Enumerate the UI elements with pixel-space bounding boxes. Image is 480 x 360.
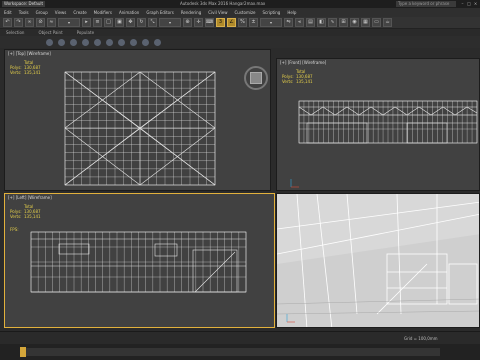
grid-size-readout: Grid = 100,0mm: [404, 336, 438, 341]
rotate-icon[interactable]: ↻: [137, 18, 146, 27]
top-wireframe-drawing: [64, 71, 216, 186]
menu-create[interactable]: Create: [73, 10, 86, 15]
time-slider-bar: [0, 344, 480, 360]
menu-scripting[interactable]: Scripting: [263, 10, 281, 15]
time-slider-handle[interactable]: [20, 347, 26, 357]
selection-filter-dropdown[interactable]: ▾: [58, 18, 80, 27]
menu-edit[interactable]: Edit: [4, 10, 12, 15]
ribbon-tabs: Selection Object Paint Populate: [0, 29, 480, 36]
viewport-perspective[interactable]: [276, 193, 480, 328]
time-track[interactable]: [20, 348, 440, 356]
create-lights-icon[interactable]: [70, 38, 77, 46]
title-bar: Workspace: Default Autodesk 3ds Max 2016…: [0, 0, 480, 8]
maximize-icon[interactable]: □: [467, 1, 472, 6]
workspace-selector[interactable]: Workspace: Default: [2, 1, 46, 7]
snaps-toggle-icon[interactable]: 3: [216, 18, 225, 27]
front-wireframe-drawing: [290, 100, 478, 188]
angle-snap-icon[interactable]: ∠: [227, 18, 236, 27]
viewcube[interactable]: [241, 63, 271, 93]
keyboard-shortcut-icon[interactable]: ⌨: [205, 18, 214, 27]
create-cameras-icon[interactable]: [82, 38, 89, 46]
redo-icon[interactable]: ↷: [14, 18, 23, 27]
secondary-toolbar: [0, 36, 480, 48]
menu-rendering[interactable]: Rendering: [181, 10, 201, 15]
menu-bar: Edit Tools Group Views Create Modifiers …: [0, 8, 480, 17]
manipulate-icon[interactable]: ✛: [194, 18, 203, 27]
bind-space-warp-icon[interactable]: ≈: [47, 18, 56, 27]
status-bar: Grid = 100,0mm: [0, 331, 480, 344]
menu-help[interactable]: Help: [287, 10, 296, 15]
window-controls: – □ ×: [460, 1, 478, 7]
create-spacewarps-icon[interactable]: [106, 38, 113, 46]
curve-editor-icon[interactable]: ∿: [328, 18, 337, 27]
ribbon-tab-selection[interactable]: Selection: [6, 30, 24, 35]
undo-icon[interactable]: ↶: [3, 18, 12, 27]
menu-modifiers[interactable]: Modifiers: [94, 10, 112, 15]
align-icon[interactable]: ⫷: [295, 18, 304, 27]
named-selection-dropdown[interactable]: ▾: [260, 18, 282, 27]
menu-graph-editors[interactable]: Graph Editors: [146, 10, 173, 15]
search-input[interactable]: Type a keyword or phrase: [396, 1, 456, 7]
menu-views[interactable]: Views: [55, 10, 67, 15]
menu-civil-view[interactable]: Civil View: [208, 10, 227, 15]
select-by-name-icon[interactable]: ≡: [93, 18, 102, 27]
window-title: Autodesk 3ds Max 2016 Hangar2max.max: [180, 1, 266, 6]
minimize-icon[interactable]: –: [460, 1, 465, 6]
link-icon[interactable]: ∞: [25, 18, 34, 27]
hierarchy-panel-icon[interactable]: [142, 38, 149, 46]
ribbon-tab-populate[interactable]: Populate: [77, 30, 94, 35]
perspective-render: [277, 194, 479, 327]
graphite-toggle-icon[interactable]: ◧: [317, 18, 326, 27]
window-crossing-icon[interactable]: ▣: [115, 18, 124, 27]
scale-icon[interactable]: ⤡: [148, 18, 157, 27]
close-icon[interactable]: ×: [473, 1, 478, 6]
viewport-top[interactable]: [+] [Top] [Wireframe] Total Polys: 130,68…: [4, 49, 271, 191]
render-setup-icon[interactable]: ▦: [361, 18, 370, 27]
create-shapes-icon[interactable]: [58, 38, 65, 46]
pivot-icon[interactable]: ⊕: [183, 18, 192, 27]
rendered-frame-icon[interactable]: ▭: [372, 18, 381, 27]
render-production-icon[interactable]: ☕: [383, 18, 392, 27]
percent-snap-icon[interactable]: %: [238, 18, 247, 27]
main-toolbar: ↶ ↷ ∞ ⊘ ≈ ▾ ▸ ≡ □ ▣ ✥ ↻ ⤡ ▾ ⊕ ✛ ⌨ 3 ∠ % …: [0, 17, 480, 29]
material-editor-icon[interactable]: ◉: [350, 18, 359, 27]
unlink-icon[interactable]: ⊘: [36, 18, 45, 27]
motion-panel-icon[interactable]: [154, 38, 161, 46]
menu-tools[interactable]: Tools: [19, 10, 29, 15]
mirror-icon[interactable]: ⇋: [284, 18, 293, 27]
select-object-icon[interactable]: ▸: [82, 18, 91, 27]
modify-panel-icon[interactable]: [130, 38, 137, 46]
create-systems-icon[interactable]: [118, 38, 125, 46]
create-helpers-icon[interactable]: [94, 38, 101, 46]
viewport-left[interactable]: [+] [Left] [Wireframe] Total Polys: 130,6…: [4, 193, 275, 328]
menu-customize[interactable]: Customize: [235, 10, 256, 15]
reference-coordinate-dropdown[interactable]: ▾: [159, 18, 181, 27]
menu-group[interactable]: Group: [36, 10, 48, 15]
menu-animation[interactable]: Animation: [119, 10, 139, 15]
viewport-front[interactable]: [+] [Front] [Wireframe] Total Polys: 130,…: [276, 58, 480, 191]
ribbon-tab-object-paint[interactable]: Object Paint: [38, 30, 62, 35]
create-geometry-icon[interactable]: [46, 38, 53, 46]
layer-manager-icon[interactable]: ▤: [306, 18, 315, 27]
select-region-icon[interactable]: □: [104, 18, 113, 27]
spinner-snap-icon[interactable]: ±: [249, 18, 258, 27]
schematic-view-icon[interactable]: ⊞: [339, 18, 348, 27]
left-wireframe-drawing: [30, 231, 247, 293]
viewcube-face[interactable]: [250, 72, 262, 84]
move-icon[interactable]: ✥: [126, 18, 135, 27]
